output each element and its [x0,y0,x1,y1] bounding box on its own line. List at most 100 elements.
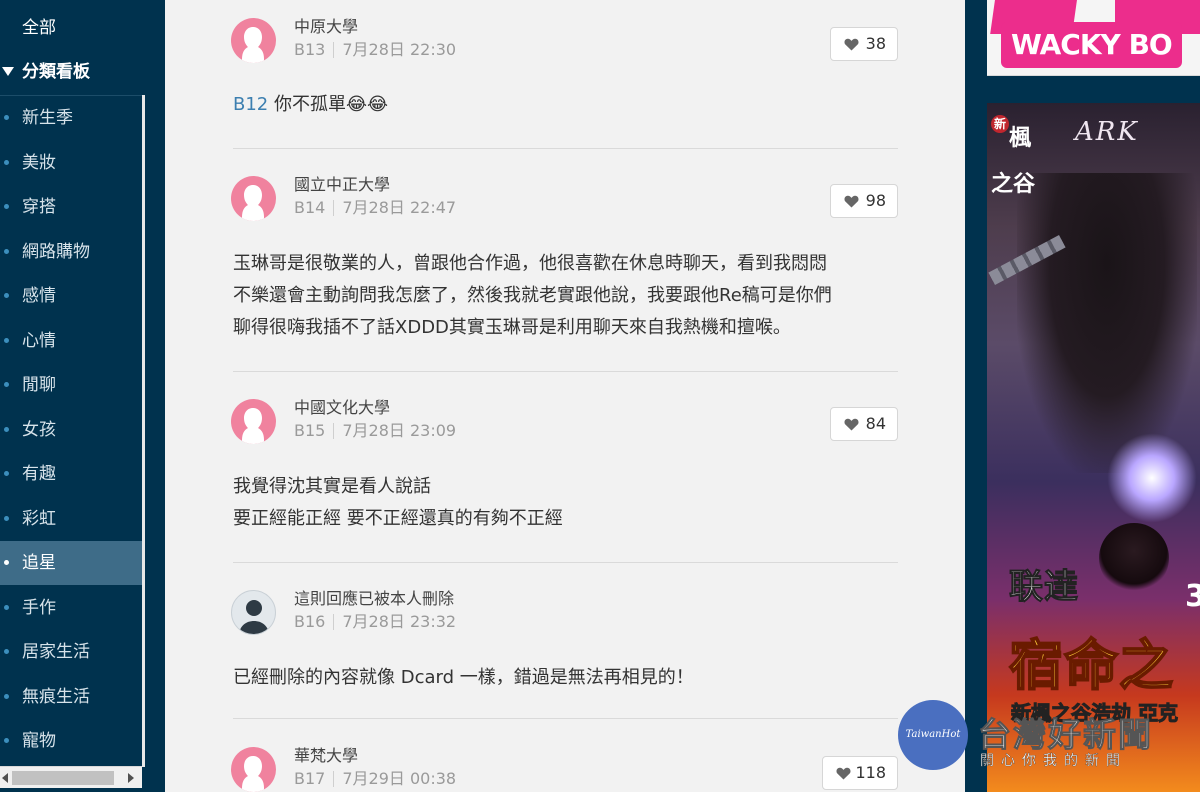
bullet-icon [4,159,9,165]
like-button[interactable]: 118 [822,756,898,790]
bullet-icon [4,115,9,120]
scrollbar-thumb[interactable] [12,771,114,785]
bullet-icon [4,337,9,343]
scroll-left-icon[interactable] [2,773,8,783]
comment-divider [233,371,898,372]
avatar[interactable] [231,399,276,444]
banner-ad[interactable]: WACKY BO [987,0,1200,76]
sidebar-item-handmade[interactable]: 手作 [0,586,142,630]
floor-number: B16 [294,612,326,631]
sidebar-item-pet[interactable]: 寵物 [0,719,142,763]
sidebar-item-makeup[interactable]: 美妝 [0,141,142,185]
comment-time: 7月28日 23:32 [342,612,457,631]
sidebar-item-freshman[interactable]: 新生季 [0,96,142,140]
heart-icon [844,418,859,431]
game-ad[interactable]: 新楓之谷 ARK 联達 3 宿命之 新楓之谷浩劫 亞克 [987,103,1200,792]
commenter-school: 這則回應已被本人刪除 [294,589,455,608]
comment-time: 7月28日 22:30 [342,40,457,59]
like-count: 98 [865,191,886,210]
bullet-icon [4,604,9,610]
sidebar-item-label: 追星 [22,553,56,573]
comment-text-line: 你不孤單😂😂 [268,94,389,115]
scroll-right-icon[interactable] [128,773,134,783]
watermark-title: 台灣好新聞 [978,715,1153,755]
ad-headline-large: 宿命之 [1008,633,1174,698]
sidebar: 全部 分類看板 新生季 美妝 穿搭 網路購物 感情 心情 閒聊 女孩 有趣 彩虹… [0,0,165,792]
sidebar-item-label: 閒聊 [22,375,56,395]
comment-meta: B17 7月29日 00:38 [294,769,456,789]
bullet-icon [4,204,9,209]
comment-content: 已經刪除的內容就像 Dcard 一樣，錯過是無法再相見的！ [233,662,913,694]
comment-divider [233,562,898,563]
game-logo: 新楓之谷 [991,115,1051,197]
sidebar-item-label: 網路購物 [22,241,90,262]
comment-text-line: 不樂還會主動詢問我怎麼了，然後我就老實跟他說，我要跟他Re稿可是你們 [233,285,832,306]
bullet-icon [4,738,9,743]
comment-time: 7月29日 00:38 [342,769,457,788]
comment-meta: B15 7月28日 23:09 [294,421,456,441]
comment-text-line: 我覺得沈其實是看人說話 [233,476,431,497]
like-button[interactable]: 84 [830,407,898,441]
sidebar-item-mood[interactable]: 心情 [0,319,142,363]
like-button[interactable]: 98 [830,184,898,218]
sidebar-item-label: 彩虹 [22,508,56,529]
ad-banner-text: WACKY BO [1001,22,1182,68]
avatar[interactable] [231,590,276,635]
comment-time: 7月28日 23:09 [342,421,457,440]
comment-divider [233,148,898,149]
comment-text-line: 聊得很嗨我插不了話XDDD其實玉琳哥是利用聊天來自我熱機和擅喉。 [233,317,791,338]
sidebar-item-home-life[interactable]: 居家生活 [0,630,142,674]
reply-reference-link[interactable]: B12 [233,94,268,115]
sidebar-all-boards[interactable]: 全部 [22,16,56,40]
ad-column: WACKY BO 新楓之谷 ARK 联達 3 宿命之 新楓之谷浩劫 亞克 [965,0,1200,792]
sidebar-item-relationship[interactable]: 感情 [0,274,142,318]
sidebar-item-girl[interactable]: 女孩 [0,408,142,452]
comment-meta: B16 7月28日 23:32 [294,612,456,632]
commenter-school: 國立中正大學 [294,175,391,194]
bullet-icon [4,293,9,298]
floor-number: B14 [294,198,326,217]
sidebar-item-label: 新生季 [22,108,73,128]
sidebar-horizontal-scrollbar[interactable] [0,766,142,788]
like-button[interactable]: 38 [830,27,898,61]
ad-number: 3 [1185,579,1200,614]
sidebar-item-talk[interactable]: 閒聊 [0,363,142,407]
bullet-icon [4,248,9,254]
sidebar-item-dressup[interactable]: 穿搭 [0,185,142,229]
comment-meta: B14 7月28日 22:47 [294,198,456,218]
game-logo-text: 楓之谷 [991,125,1036,197]
sidebar-item-label: 感情 [22,286,56,306]
heart-icon [836,767,851,780]
sidebar-item-rainbow[interactable]: 彩虹 [0,497,142,541]
bullet-icon [4,515,9,521]
divider [333,41,335,58]
avatar[interactable] [231,176,276,221]
comment-divider [233,718,898,719]
sidebar-item-label: 心情 [22,330,56,351]
person-silhouette-icon [242,756,264,792]
person-silhouette-icon [239,600,269,634]
sidebar-item-funny[interactable]: 有趣 [0,452,142,496]
sidebar-item-idol[interactable]: 追星 [0,541,142,585]
ad-mascot-art [1099,523,1169,593]
floor-number: B15 [294,421,326,440]
avatar[interactable] [231,18,276,63]
floor-number: B13 [294,40,326,59]
sidebar-vertical-scrollbar[interactable] [142,95,145,767]
comment-list: 中原大學 B13 7月28日 22:30 38 B12 你不孤單😂😂 國立中正大學… [165,0,965,792]
like-count: 38 [865,34,886,53]
commenter-school: 中國文化大學 [294,398,391,417]
watermark-subtitle: 關心你我的新聞 [980,753,1127,769]
heart-icon [844,38,859,51]
bullet-icon [4,426,9,432]
avatar[interactable] [231,747,276,792]
divider [333,422,335,439]
bullet-icon [4,560,9,565]
sidebar-item-online-shopping[interactable]: 網路購物 [0,230,142,274]
game-logo-badge: 新 [991,115,1009,133]
comment-content: 我覺得沈其實是看人說話 要正經能正經 要不正經還真的有夠不正經 [233,471,913,535]
sidebar-category-toggle[interactable]: 分類看板 [0,58,165,86]
ad-character-art [1017,173,1197,473]
comment-text-line: 要正經能正經 要不正經還真的有夠不正經 [233,508,563,529]
sidebar-item-zero-waste[interactable]: 無痕生活 [0,675,142,719]
